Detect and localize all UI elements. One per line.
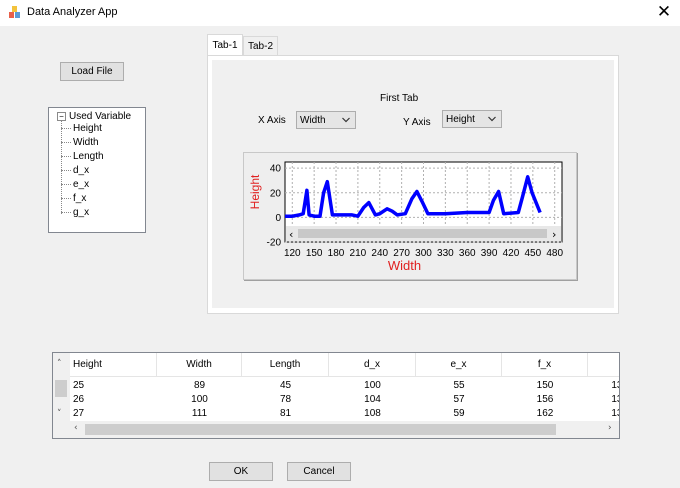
x-tick-label: 450: [524, 248, 541, 259]
table-row[interactable]: 27 111 81 108 59 162 137: [70, 406, 619, 420]
ok-button[interactable]: OK: [209, 462, 273, 481]
tree-root[interactable]: − Used Variable: [57, 111, 131, 122]
column-header[interactable]: Length: [242, 353, 329, 377]
chart-frame: -20 0 20 40 ‹ › 120 150 180 210 240 270 300 330 360 390…: [243, 152, 577, 280]
y-tick-label: 40: [270, 164, 282, 175]
line-chart[interactable]: -2002040‹ ›120 150 180 210 240 270 300 330 360 390…: [244, 153, 578, 281]
scroll-down-icon[interactable]: ˅: [57, 409, 62, 419]
table-cell[interactable]: 89: [157, 378, 242, 392]
y-axis-label: Y Axis: [403, 117, 431, 128]
table-cell[interactable]: 78: [242, 392, 329, 406]
cancel-button[interactable]: Cancel: [287, 462, 351, 481]
table-cell[interactable]: 45: [242, 378, 329, 392]
x-tick-label: 210: [350, 248, 367, 259]
variable-tree[interactable]: − Used Variable Height Width Length d_x …: [48, 107, 146, 233]
title-bar: Data Analyzer App ✕: [0, 0, 680, 26]
column-header[interactable]: Height: [70, 353, 157, 377]
table-cell[interactable]: 55: [416, 378, 502, 392]
horizontal-scroll-thumb[interactable]: [85, 424, 556, 435]
column-header[interactable]: [588, 353, 619, 377]
tab-heading: First Tab: [380, 93, 419, 104]
chevron-down-icon: [488, 116, 496, 122]
table-cell[interactable]: 100: [329, 378, 416, 392]
y-tick-label: 20: [270, 188, 282, 199]
vertical-scroll-thumb[interactable]: [55, 380, 67, 397]
grid-body: 25 89 45 100 55 150 130 26 100 78 104 57…: [70, 378, 619, 420]
x-tick-label: 360: [459, 248, 476, 259]
table-cell[interactable]: 150: [502, 378, 588, 392]
x-axis-select[interactable]: Width: [296, 111, 356, 129]
chart-scroll-left-icon[interactable]: ‹: [289, 228, 293, 241]
table-cell[interactable]: 57: [416, 392, 502, 406]
vertical-scrollbar[interactable]: ˄ ˅: [53, 353, 70, 438]
collapse-icon[interactable]: −: [57, 112, 66, 121]
x-tick-label: 480: [546, 248, 563, 259]
tree-item-f_x[interactable]: f_x: [61, 193, 86, 204]
table-row[interactable]: 26 100 78 104 57 156 134: [70, 392, 619, 406]
table-cell[interactable]: 130: [588, 378, 619, 392]
y-tick-label: -20: [267, 238, 282, 249]
table-cell[interactable]: 108: [329, 406, 416, 420]
tree-item-g_x[interactable]: g_x: [61, 207, 89, 218]
y-axis-title: Height: [248, 174, 262, 209]
table-cell[interactable]: 26: [70, 392, 157, 406]
horizontal-scrollbar[interactable]: ‹ ›: [70, 421, 619, 438]
chart-scroll-right-icon[interactable]: ›: [552, 228, 556, 241]
table-cell[interactable]: 134: [588, 392, 619, 406]
table-cell[interactable]: 81: [242, 406, 329, 420]
load-file-button[interactable]: Load File: [60, 62, 124, 81]
tab-2[interactable]: Tab-2: [243, 36, 278, 55]
table-cell[interactable]: 162: [502, 406, 588, 420]
tree-item-d_x[interactable]: d_x: [61, 165, 89, 176]
scroll-up-icon[interactable]: ˄: [57, 359, 62, 369]
x-tick-label: 120: [284, 248, 301, 259]
y-axis-select[interactable]: Height: [442, 110, 502, 128]
tree-item-width[interactable]: Width: [61, 137, 99, 148]
close-button[interactable]: ✕: [654, 2, 674, 22]
tree-item-length[interactable]: Length: [61, 151, 104, 162]
column-header[interactable]: Width: [157, 353, 242, 377]
x-tick-label: 180: [328, 248, 345, 259]
table-row[interactable]: 25 89 45 100 55 150 130: [70, 378, 619, 392]
scroll-right-icon[interactable]: ›: [608, 423, 612, 433]
table-cell[interactable]: 104: [329, 392, 416, 406]
table-cell[interactable]: 25: [70, 378, 157, 392]
column-header[interactable]: d_x: [329, 353, 416, 377]
table-cell[interactable]: 156: [502, 392, 588, 406]
app-icon: [9, 6, 20, 18]
table-cell[interactable]: 27: [70, 406, 157, 420]
table-cell[interactable]: 137: [588, 406, 619, 420]
table-cell[interactable]: 59: [416, 406, 502, 420]
tree-item-height[interactable]: Height: [61, 123, 102, 134]
window-title: Data Analyzer App: [27, 6, 118, 18]
grid-header: Height Width Length d_x e_x f_x: [70, 353, 619, 377]
x-axis-label: X Axis: [258, 115, 286, 126]
column-header[interactable]: f_x: [502, 353, 588, 377]
table-cell[interactable]: 111: [157, 406, 242, 420]
y-axis-value: Height: [446, 113, 475, 125]
column-header[interactable]: e_x: [416, 353, 502, 377]
x-tick-label: 150: [306, 248, 323, 259]
table-cell[interactable]: 100: [157, 392, 242, 406]
chart-scroll-thumb[interactable]: [298, 229, 547, 238]
x-axis-title: Width: [388, 258, 421, 273]
y-tick-label: 0: [275, 213, 281, 224]
x-tick-label: 240: [371, 248, 388, 259]
x-tick-label: 390: [481, 248, 498, 259]
x-tick-label: 420: [503, 248, 520, 259]
x-axis-value: Width: [300, 114, 326, 126]
tab-1[interactable]: Tab-1: [207, 34, 243, 55]
scroll-left-icon[interactable]: ‹: [74, 423, 78, 433]
chevron-down-icon: [342, 117, 350, 123]
data-grid[interactable]: ˄ ˅ Height Width Length d_x e_x f_x 25 8…: [52, 352, 620, 439]
tree-item-e_x[interactable]: e_x: [61, 179, 89, 190]
x-tick-label: 330: [437, 248, 454, 259]
tree-root-label: Used Variable: [69, 111, 132, 122]
